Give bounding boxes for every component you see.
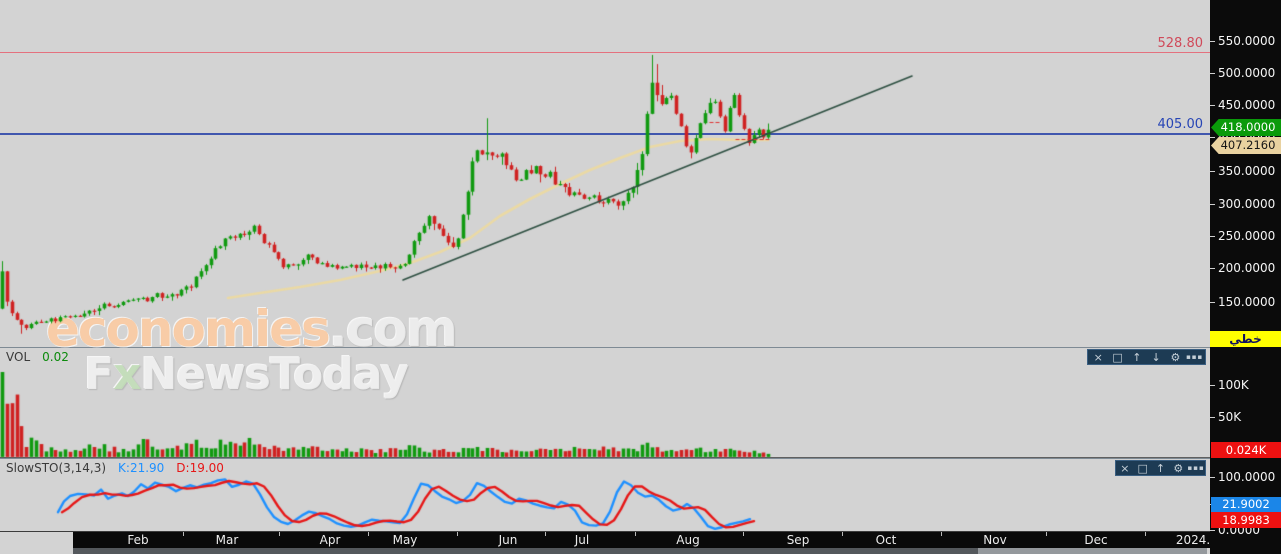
volume-value-tag: 0.024K	[1211, 442, 1281, 458]
maximize-icon[interactable]: □	[1134, 462, 1152, 475]
scrollbar-thumb[interactable]	[73, 548, 978, 554]
volume-tick-label: 100K	[1218, 378, 1249, 392]
scrollbar-track[interactable]	[978, 548, 1207, 554]
price-tick: 500.0000	[1210, 65, 1281, 81]
month-label: Feb	[127, 533, 149, 547]
sto-pane-toolbar: × □ ↑ ⚙ ▪▪▪	[1115, 460, 1206, 476]
axis-tick-mark	[1210, 302, 1215, 303]
resistance-line-label: 528.80	[1157, 36, 1204, 51]
month-tick	[743, 532, 744, 536]
month-tick	[842, 532, 843, 536]
axis-tick-mark	[1210, 385, 1215, 386]
axis-tick-mark	[1210, 105, 1215, 106]
axis-tick-mark	[1210, 137, 1215, 138]
sto-k-tag: 21.9002	[1211, 497, 1281, 512]
move-up-icon[interactable]: ↑	[1128, 351, 1146, 364]
sto-pane-header: SlowSTO(3,14,3) K:21.90 D:19.00	[6, 461, 224, 475]
axis-tick-mark	[1210, 477, 1215, 478]
sto-tick: 100.0000	[1210, 469, 1281, 485]
price-tick-label: 350.0000	[1218, 164, 1276, 178]
axis-tick-mark	[1210, 204, 1215, 205]
axis-tick-mark	[1210, 73, 1215, 74]
month-label: Nov	[983, 533, 1007, 547]
month-label: Aug	[676, 533, 700, 547]
move-up-icon[interactable]: ↑	[1152, 462, 1170, 475]
axis-tick-mark	[1210, 417, 1215, 418]
month-tick	[456, 532, 458, 536]
volume-pane-toolbar: × □ ↑ ↓ ⚙ ▪▪▪	[1087, 349, 1206, 365]
more-icon[interactable]: ▪▪▪	[1186, 351, 1204, 364]
chart-scale-toggle[interactable]: خطي	[1210, 331, 1281, 347]
more-icon[interactable]: ▪▪▪	[1187, 462, 1205, 475]
time-axis[interactable]: Feb Mar Apr May Jun Jul Aug Sep Oct Nov Dec 2024.	[73, 532, 1210, 548]
volume-tick: 100K	[1210, 377, 1281, 393]
last-price-tag: 418.0000	[1211, 119, 1281, 136]
month-label: Jun	[498, 533, 518, 547]
axis-tick-mark	[1210, 171, 1215, 172]
trading-chart-app: economies.com FxNewsToday 528.80405.00 V…	[0, 0, 1281, 554]
price-axis[interactable]: 550.0000500.0000450.0000400.0000350.0000…	[1210, 0, 1281, 554]
price-tick-label: 250.0000	[1218, 229, 1276, 243]
price-tick: 300.0000	[1210, 196, 1281, 212]
month-tick	[940, 532, 942, 536]
month-label: May	[392, 533, 418, 547]
volume-tick-label: 50K	[1218, 410, 1242, 424]
axis-tick-mark	[1210, 41, 1215, 42]
month-tick	[1045, 532, 1047, 536]
month-tick	[278, 532, 280, 536]
price-tick: 150.0000	[1210, 294, 1281, 310]
axis-tick-mark	[1210, 530, 1215, 531]
volume-label: VOL	[6, 350, 31, 364]
month-label: Dec	[1084, 533, 1108, 547]
price-tick-label: 300.0000	[1218, 197, 1276, 211]
price-tick: 550.0000	[1210, 33, 1281, 49]
sto-d-value: D:19.00	[176, 461, 224, 475]
settings-icon[interactable]: ⚙	[1169, 462, 1187, 475]
month-tick	[635, 532, 636, 536]
price-tick-label: 200.0000	[1218, 261, 1276, 275]
month-label: Mar	[215, 533, 239, 547]
month-label: 2024.	[1175, 533, 1211, 547]
axis-tick-mark	[1210, 236, 1215, 237]
month-tick	[545, 532, 546, 536]
price-tick: 200.0000	[1210, 260, 1281, 276]
price-tick-label: 450.0000	[1218, 98, 1276, 112]
sto-tick-label: 100.0000	[1218, 470, 1276, 484]
month-label: Sep	[786, 533, 810, 547]
month-label: Jul	[574, 533, 590, 547]
price-tick-label: 150.0000	[1218, 295, 1276, 309]
month-tick	[367, 532, 369, 536]
axis-tick-mark	[1210, 268, 1215, 269]
volume-value: 0.02	[42, 350, 69, 364]
sto-d-tag: 18.9983	[1211, 512, 1281, 528]
month-label: Oct	[875, 533, 897, 547]
sto-label: SlowSTO(3,14,3)	[6, 461, 107, 475]
sto-k-value: K:21.90	[118, 461, 165, 475]
price-tick: 450.0000	[1210, 97, 1281, 113]
settings-icon[interactable]: ⚙	[1166, 351, 1184, 364]
close-icon[interactable]: ×	[1089, 351, 1107, 364]
price-tick-label: 550.0000	[1218, 34, 1276, 48]
move-down-icon[interactable]: ↓	[1147, 351, 1165, 364]
indicator-price-tag: 407.2160	[1211, 137, 1281, 154]
month-tick	[1144, 532, 1146, 536]
maximize-icon[interactable]: □	[1109, 351, 1127, 364]
month-tick	[182, 532, 184, 536]
close-icon[interactable]: ×	[1116, 462, 1134, 475]
volume-pane-header: VOL 0.02	[6, 350, 69, 364]
price-tick-label: 500.0000	[1218, 66, 1276, 80]
volume-tick: 50K	[1210, 409, 1281, 425]
support-line-label: 405.00	[1157, 117, 1204, 132]
price-tick: 250.0000	[1210, 228, 1281, 244]
month-label: Apr	[319, 533, 341, 547]
price-tick: 350.0000	[1210, 163, 1281, 179]
